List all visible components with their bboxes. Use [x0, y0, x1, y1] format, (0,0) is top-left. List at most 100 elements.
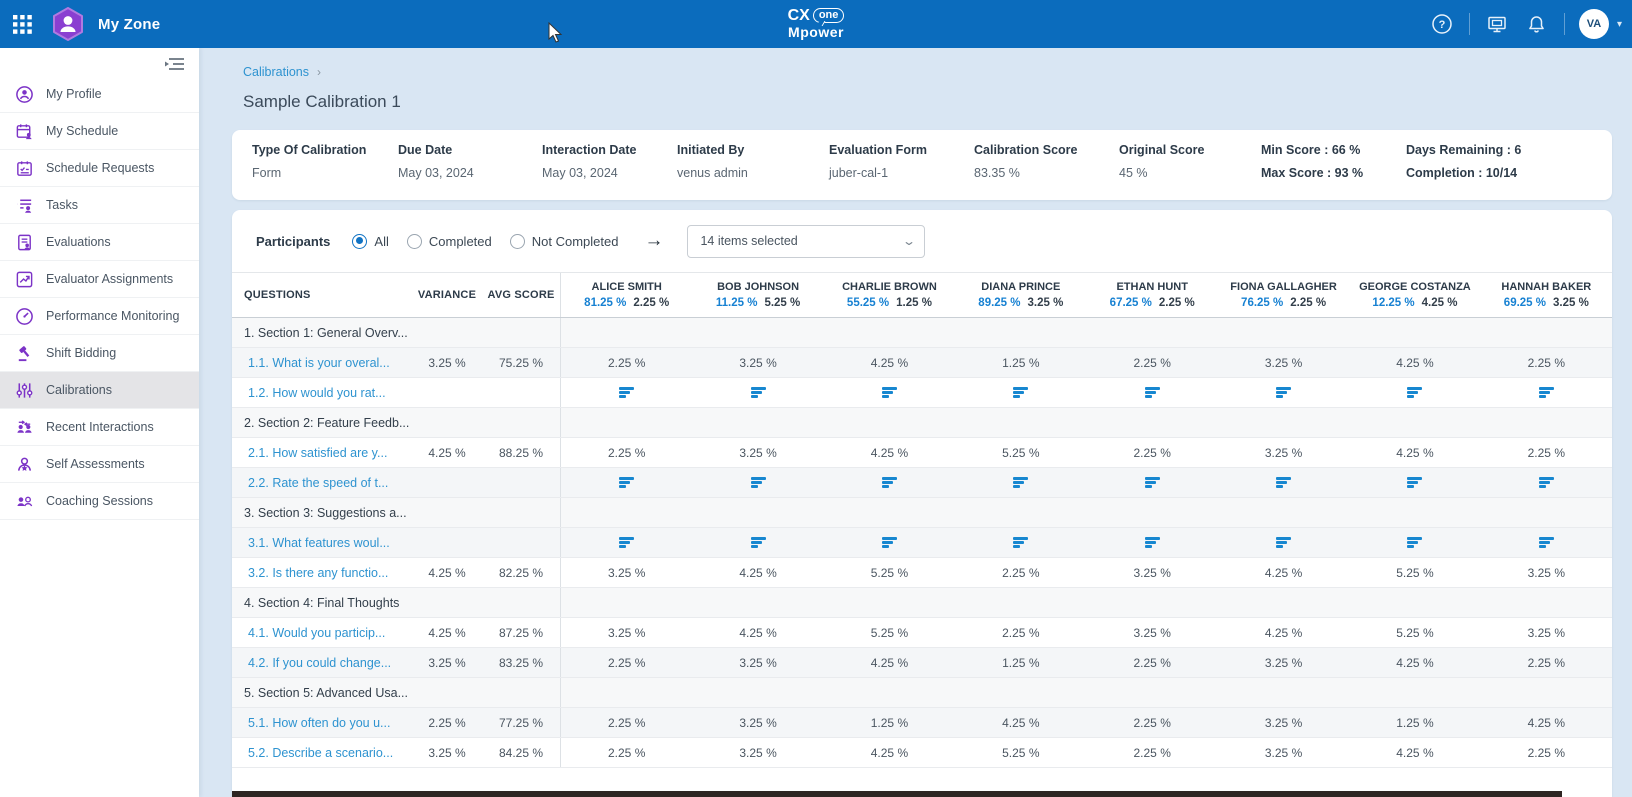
responses-icon[interactable] [751, 537, 766, 548]
radio-option-completed[interactable]: Completed [407, 234, 492, 249]
responses-icon[interactable] [1539, 387, 1554, 398]
user-avatar[interactable]: VA [1579, 9, 1609, 39]
responses-icon[interactable] [1407, 387, 1422, 398]
avatar-caret-icon[interactable]: ▾ [1617, 19, 1622, 30]
sidebar-collapse-icon[interactable] [165, 56, 185, 77]
sidebar-item-evaluator-assignments[interactable]: Evaluator Assignments [0, 261, 199, 298]
question-link[interactable]: 1.1. What is your overal... [232, 356, 412, 370]
self-assessments-icon [14, 454, 34, 474]
performance-monitoring-icon [14, 306, 34, 326]
score-cell: 2.25 % [1528, 446, 1565, 460]
help-button[interactable]: ? [1429, 11, 1455, 37]
table-body: 1. Section 1: General Overv...1.1. What … [232, 318, 1612, 768]
responses-icon[interactable] [619, 387, 634, 398]
bottom-scrollbar[interactable] [232, 791, 1562, 797]
summary-field-value: May 03, 2024 [542, 166, 677, 180]
column-header-avg-score: AVG SCORE [482, 289, 560, 301]
responses-icon[interactable] [1539, 477, 1554, 488]
question-link[interactable]: 1.2. How would you rat... [232, 386, 412, 400]
sidebar-item-tasks[interactable]: Tasks [0, 187, 199, 224]
responses-icon[interactable] [1145, 477, 1160, 488]
question-row: 5.2. Describe a scenario...3.25 %84.25 %… [232, 738, 1612, 768]
sidebar-item-performance-monitoring[interactable]: Performance Monitoring [0, 298, 199, 335]
responses-icon[interactable] [1276, 477, 1291, 488]
question-link[interactable]: 5.2. Describe a scenario... [232, 746, 412, 760]
radio-icon[interactable] [352, 234, 367, 249]
column-header-questions: QUESTIONS [232, 289, 412, 301]
notifications-bell-icon[interactable] [1524, 11, 1550, 37]
participant-score: 76.25 % [1241, 297, 1283, 309]
responses-icon[interactable] [1013, 477, 1028, 488]
sidebar-item-evaluations[interactable]: Evaluations [0, 224, 199, 261]
responses-icon[interactable] [751, 477, 766, 488]
topbar-divider [1564, 13, 1565, 35]
question-row: 2.2. Rate the speed of t... [232, 468, 1612, 498]
responses-icon[interactable] [1276, 537, 1291, 548]
score-cell: 3.25 % [739, 746, 776, 760]
participant-score: 67.25 % [1110, 297, 1152, 309]
responses-icon[interactable] [882, 537, 897, 548]
variance-cell: 3.25 % [412, 356, 482, 370]
score-cell: 3.25 % [739, 656, 776, 670]
score-cell: 2.25 % [1528, 656, 1565, 670]
sidebar-item-my-schedule[interactable]: My Schedule [0, 113, 199, 150]
sidebar-item-shift-bidding[interactable]: Shift Bidding [0, 335, 199, 372]
question-link[interactable]: 4.1. Would you particip... [232, 626, 412, 640]
sidebar-item-self-assessments[interactable]: Self Assessments [0, 446, 199, 483]
sidebar-item-my-profile[interactable]: My Profile [0, 76, 199, 113]
radio-icon[interactable] [407, 234, 422, 249]
question-link[interactable]: 3.2. Is there any functio... [232, 566, 412, 580]
question-link[interactable]: 4.2. If you could change... [232, 656, 412, 670]
responses-icon[interactable] [882, 477, 897, 488]
responses-icon[interactable] [1407, 477, 1422, 488]
radio-icon[interactable] [510, 234, 525, 249]
participants-dropdown[interactable]: 14 items selected ⌄ [687, 225, 925, 258]
variance-cell: 4.25 % [412, 626, 482, 640]
responses-icon[interactable] [1276, 387, 1291, 398]
score-cell: 5.25 % [1002, 446, 1039, 460]
summary-field-value: juber-cal-1 [829, 166, 974, 180]
screen-share-icon[interactable] [1484, 11, 1510, 37]
score-cell: 2.25 % [1134, 716, 1171, 730]
responses-icon[interactable] [1407, 537, 1422, 548]
question-link[interactable]: 5.1. How often do you u... [232, 716, 412, 730]
participant-score: 69.25 % [1504, 297, 1546, 309]
table-header-row: QUESTIONS VARIANCE AVG SCORE ALICE SMITH… [232, 272, 1612, 318]
responses-icon[interactable] [1013, 537, 1028, 548]
participant-header-diana-prince: DIANA PRINCE89.25 %3.25 % [955, 281, 1086, 309]
sidebar-item-coaching-sessions[interactable]: Coaching Sessions [0, 483, 199, 520]
coaching-sessions-icon [14, 491, 34, 511]
participant-variance: 5.25 % [764, 297, 800, 309]
responses-icon[interactable] [1145, 387, 1160, 398]
score-cell: 1.25 % [871, 716, 908, 730]
responses-icon[interactable] [751, 387, 766, 398]
radio-option-not-completed[interactable]: Not Completed [510, 234, 619, 249]
sidebar-item-label: My Schedule [46, 124, 118, 138]
radio-option-all[interactable]: All [352, 234, 388, 249]
summary-field-value: May 03, 2024 [398, 166, 542, 180]
score-cell: 3.25 % [1265, 446, 1302, 460]
sidebar-item-schedule-requests[interactable]: Schedule Requests [0, 150, 199, 187]
question-link[interactable]: 3.1. What features woul... [232, 536, 412, 550]
score-cell: 3.25 % [1528, 626, 1565, 640]
app-launcher-icon[interactable] [0, 0, 44, 48]
question-link[interactable]: 2.1. How satisfied are y... [232, 446, 412, 460]
responses-icon[interactable] [1145, 537, 1160, 548]
responses-icon[interactable] [882, 387, 897, 398]
responses-icon[interactable] [619, 537, 634, 548]
score-cell: 3.25 % [1265, 746, 1302, 760]
sidebar-item-recent-interactions[interactable]: Recent Interactions [0, 409, 199, 446]
summary-field-label: Evaluation Form [829, 143, 974, 157]
sidebar: My Profile My Schedule Schedule RequestsTa… [0, 48, 199, 797]
summary-field-label: Due Date [398, 143, 542, 157]
responses-icon[interactable] [619, 477, 634, 488]
summary-field-value: 45 % [1119, 166, 1261, 180]
summary-pair-bottom: Max Score : 93 % [1261, 166, 1406, 180]
sidebar-item-calibrations[interactable]: Calibrations [0, 372, 199, 409]
participant-name: FIONA GALLAGHER [1218, 281, 1349, 293]
responses-icon[interactable] [1539, 537, 1554, 548]
question-link[interactable]: 2.2. Rate the speed of t... [232, 476, 412, 490]
brand-mpower: Mpower [788, 25, 844, 40]
responses-icon[interactable] [1013, 387, 1028, 398]
breadcrumb-calibrations-link[interactable]: Calibrations [243, 65, 309, 79]
